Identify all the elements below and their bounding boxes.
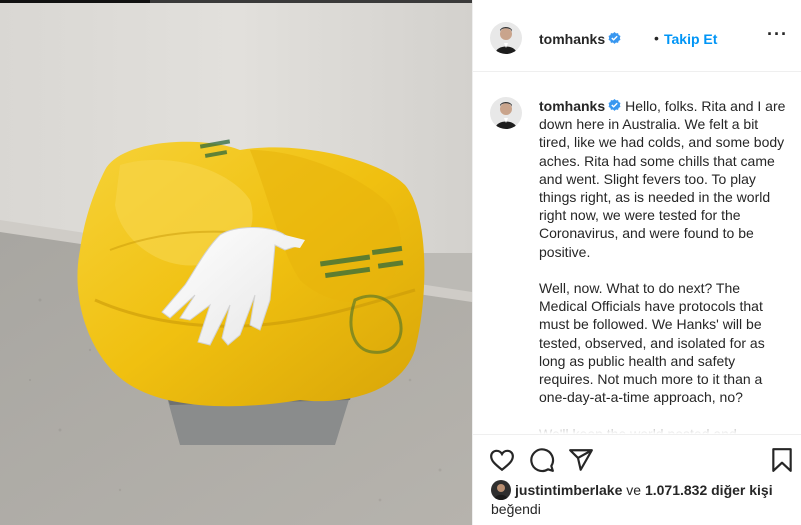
trash-bin-photo-illustration — [0, 3, 472, 525]
likes-others-count[interactable]: 1.071.832 diğer kişi — [645, 482, 773, 498]
verified-badge-icon — [608, 32, 621, 44]
author-username[interactable]: tomhanks — [539, 31, 621, 47]
caption-username-text[interactable]: tomhanks — [539, 98, 605, 114]
paper-plane-icon[interactable] — [568, 447, 594, 473]
liker-avatar[interactable] — [491, 480, 511, 500]
post-header: tomhanks • Takip Et ··· — [473, 0, 801, 72]
likes-connector: ve — [622, 482, 645, 498]
caption-text: Hello, folks. Rita and I are down here i… — [539, 98, 786, 434]
likes-suffix: beğendi — [491, 501, 541, 517]
author-username-text[interactable]: tomhanks — [539, 31, 605, 47]
heart-icon[interactable] — [489, 447, 515, 473]
post-photo[interactable] — [0, 0, 472, 525]
more-options-icon[interactable]: ··· — [767, 24, 788, 45]
follow-button[interactable]: Takip Et — [664, 31, 717, 47]
bookmark-icon[interactable] — [769, 447, 795, 473]
caption-fade — [473, 420, 801, 434]
liker-username[interactable]: justintimberlake — [515, 482, 622, 498]
comment-icon[interactable] — [529, 447, 555, 473]
caption-text-block: tomhanks Hello, folks. Rita and I are dow… — [539, 97, 787, 434]
likes-summary: justintimberlake ve 1.071.832 diğer kişi… — [491, 480, 791, 518]
photo-top-border-dark — [0, 0, 150, 3]
verified-badge-icon — [608, 99, 621, 111]
caption-avatar[interactable] — [490, 97, 522, 129]
post-side-panel: tomhanks • Takip Et ··· tomhanks Hello, f… — [472, 0, 801, 525]
caption-username[interactable]: tomhanks — [539, 98, 621, 114]
caption-area: tomhanks Hello, folks. Rita and I are dow… — [473, 72, 801, 434]
header-separator: • — [654, 30, 659, 46]
action-bar — [473, 434, 801, 484]
author-avatar[interactable] — [490, 22, 522, 54]
